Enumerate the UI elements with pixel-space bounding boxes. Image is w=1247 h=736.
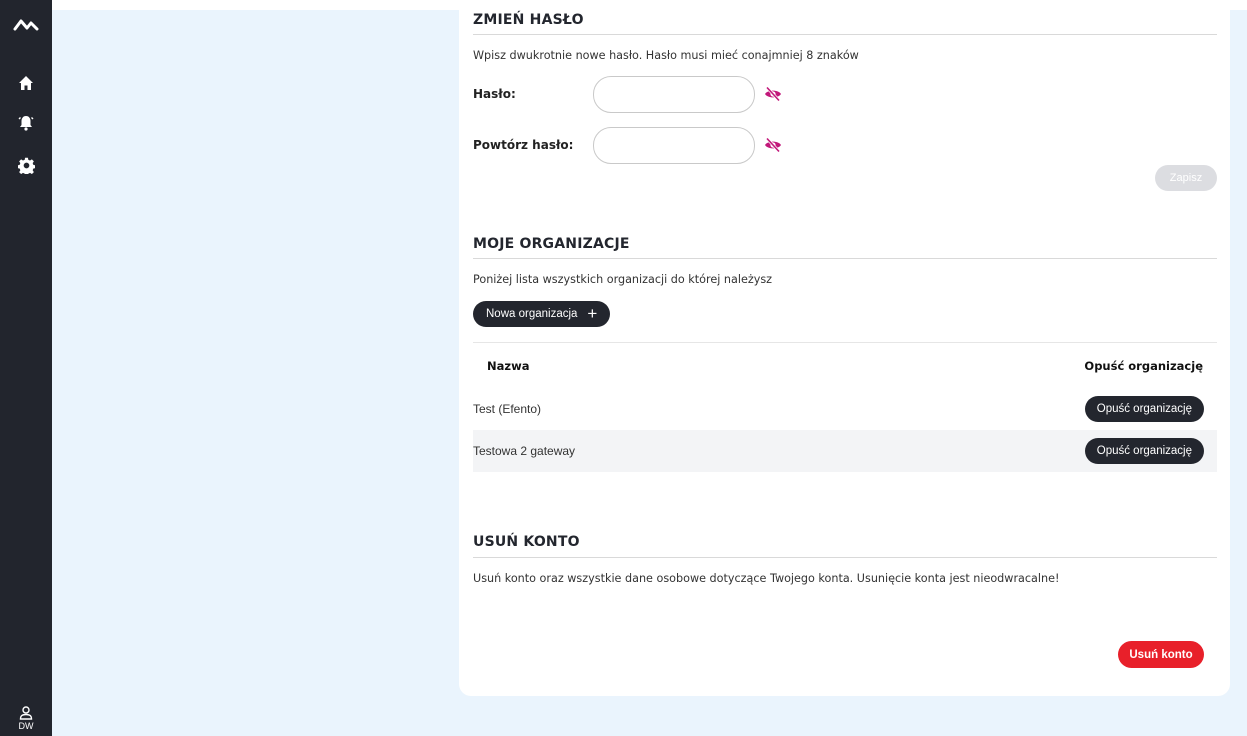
settings-card: ZMIEŃ HASŁO Wpisz dwukrotnie nowe hasło.…: [459, 0, 1230, 696]
repeat-password-input[interactable]: [593, 127, 755, 164]
bell-icon[interactable]: [0, 112, 52, 134]
organizations-table: Nazwa Opuść organizację Test (Efento) Op…: [473, 342, 1217, 472]
divider: [473, 34, 1217, 35]
user-icon: [19, 705, 33, 720]
organizations-title: MOJE ORGANIZACJE: [473, 236, 630, 252]
save-button[interactable]: Zapisz: [1155, 165, 1217, 191]
repeat-password-label: Powtórz hasło:: [473, 138, 574, 152]
divider: [473, 557, 1217, 558]
column-header-name: Nazwa: [487, 358, 530, 373]
trend-logo-icon[interactable]: [0, 14, 52, 36]
home-icon[interactable]: [0, 72, 52, 94]
divider: [473, 258, 1217, 259]
delete-account-button[interactable]: Usuń konto: [1118, 641, 1204, 668]
table-row: Testowa 2 gateway Opuść organizację: [473, 430, 1217, 472]
password-label: Hasło:: [473, 87, 516, 101]
password-input[interactable]: [593, 76, 755, 113]
delete-account-title: USUŃ KONTO: [473, 534, 580, 550]
new-organization-button[interactable]: Nowa organizacja +: [473, 301, 611, 327]
organization-name: Testowa 2 gateway: [473, 444, 576, 458]
user-menu[interactable]: DW: [0, 700, 52, 736]
delete-account-description: Usuń konto oraz wszystkie dane osobowe d…: [473, 572, 1060, 585]
leave-organization-button[interactable]: Opuść organizację: [1084, 438, 1204, 464]
leave-organization-button[interactable]: Opuść organizację: [1084, 396, 1204, 422]
table-row: Test (Efento) Opuść organizację: [473, 388, 1217, 430]
eye-slash-icon[interactable]: [764, 137, 782, 153]
change-password-description: Wpisz dwukrotnie nowe hasło. Hasło musi …: [473, 49, 859, 62]
gear-icon[interactable]: [0, 154, 52, 176]
organizations-description: Poniżej lista wszystkich organizacji do …: [473, 273, 773, 286]
new-organization-label: Nowa organizacja: [486, 308, 578, 320]
user-initials: DW: [18, 720, 34, 731]
sidebar: DW: [0, 0, 52, 736]
table-header: Nazwa Opuść organizację: [473, 342, 1217, 388]
column-header-leave: Opuść organizację: [1084, 358, 1203, 373]
change-password-title: ZMIEŃ HASŁO: [473, 12, 584, 28]
organization-name: Test (Efento): [473, 402, 542, 416]
plus-icon: +: [587, 304, 598, 323]
eye-slash-icon[interactable]: [764, 86, 782, 102]
